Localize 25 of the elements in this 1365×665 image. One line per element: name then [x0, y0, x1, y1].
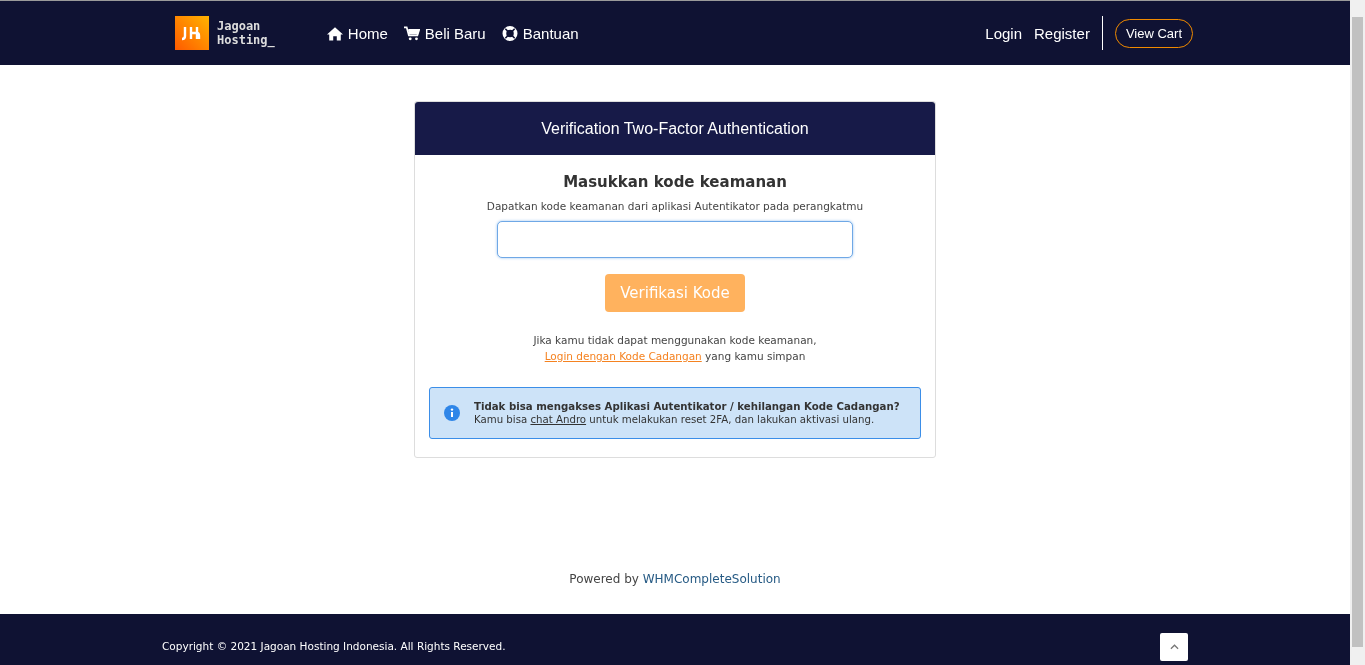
account-link[interactable]: Login — [985, 24, 1022, 42]
nav-link[interactable]: Beli Baru — [403, 24, 486, 42]
powered-by-text: Powered by WHMCompleteSolution — [569, 572, 781, 586]
info-icon — [444, 405, 460, 421]
backup-code-text: Jika kamu tidak dapat menggunakan kode keamanan, Login dengan Kode Cadangan yang kamu simpan — [533, 333, 817, 364]
nav-link[interactable]: Home — [326, 24, 388, 42]
card-title: Verification Two-Factor Authentication — [541, 119, 809, 138]
alert-title: Tidak bisa mengakses Aplikasi Autentikator / kehilangan Kode Cadangan? — [474, 401, 900, 412]
scroll-top-button[interactable] — [1160, 633, 1188, 661]
chat-link[interactable]: chat Andro — [530, 414, 587, 425]
instruction-text: Dapatkan kode keamanan dari aplikasi Autentikator pada perangkatmu — [486, 200, 864, 212]
lifebuoy-icon — [501, 25, 518, 41]
nav-link[interactable]: Bantuan — [501, 24, 579, 42]
home-icon — [326, 25, 343, 41]
chevron-up-icon — [1169, 644, 1179, 650]
copyright-text: Copyright © 2021 Jagoan Hosting Indonesia. All Rights Reserved. — [162, 640, 506, 652]
code-input-field[interactable] — [497, 221, 853, 258]
alert-text: Kamu bisa chat Andro untuk melakukan reset 2FA, dan lakukan aktivasi ulang. — [474, 414, 876, 425]
logo-text[interactable]: Jagoan Hosting_ — [217, 19, 275, 47]
account-link[interactable]: Register — [1034, 24, 1090, 42]
whmcs-link[interactable]: WHMCompleteSolution — [642, 572, 781, 586]
cart-icon — [403, 25, 420, 41]
heading: Masukkan kode keamanan — [563, 173, 787, 191]
scrollbar[interactable] — [1350, 0, 1365, 665]
logo-icon[interactable] — [175, 16, 209, 50]
